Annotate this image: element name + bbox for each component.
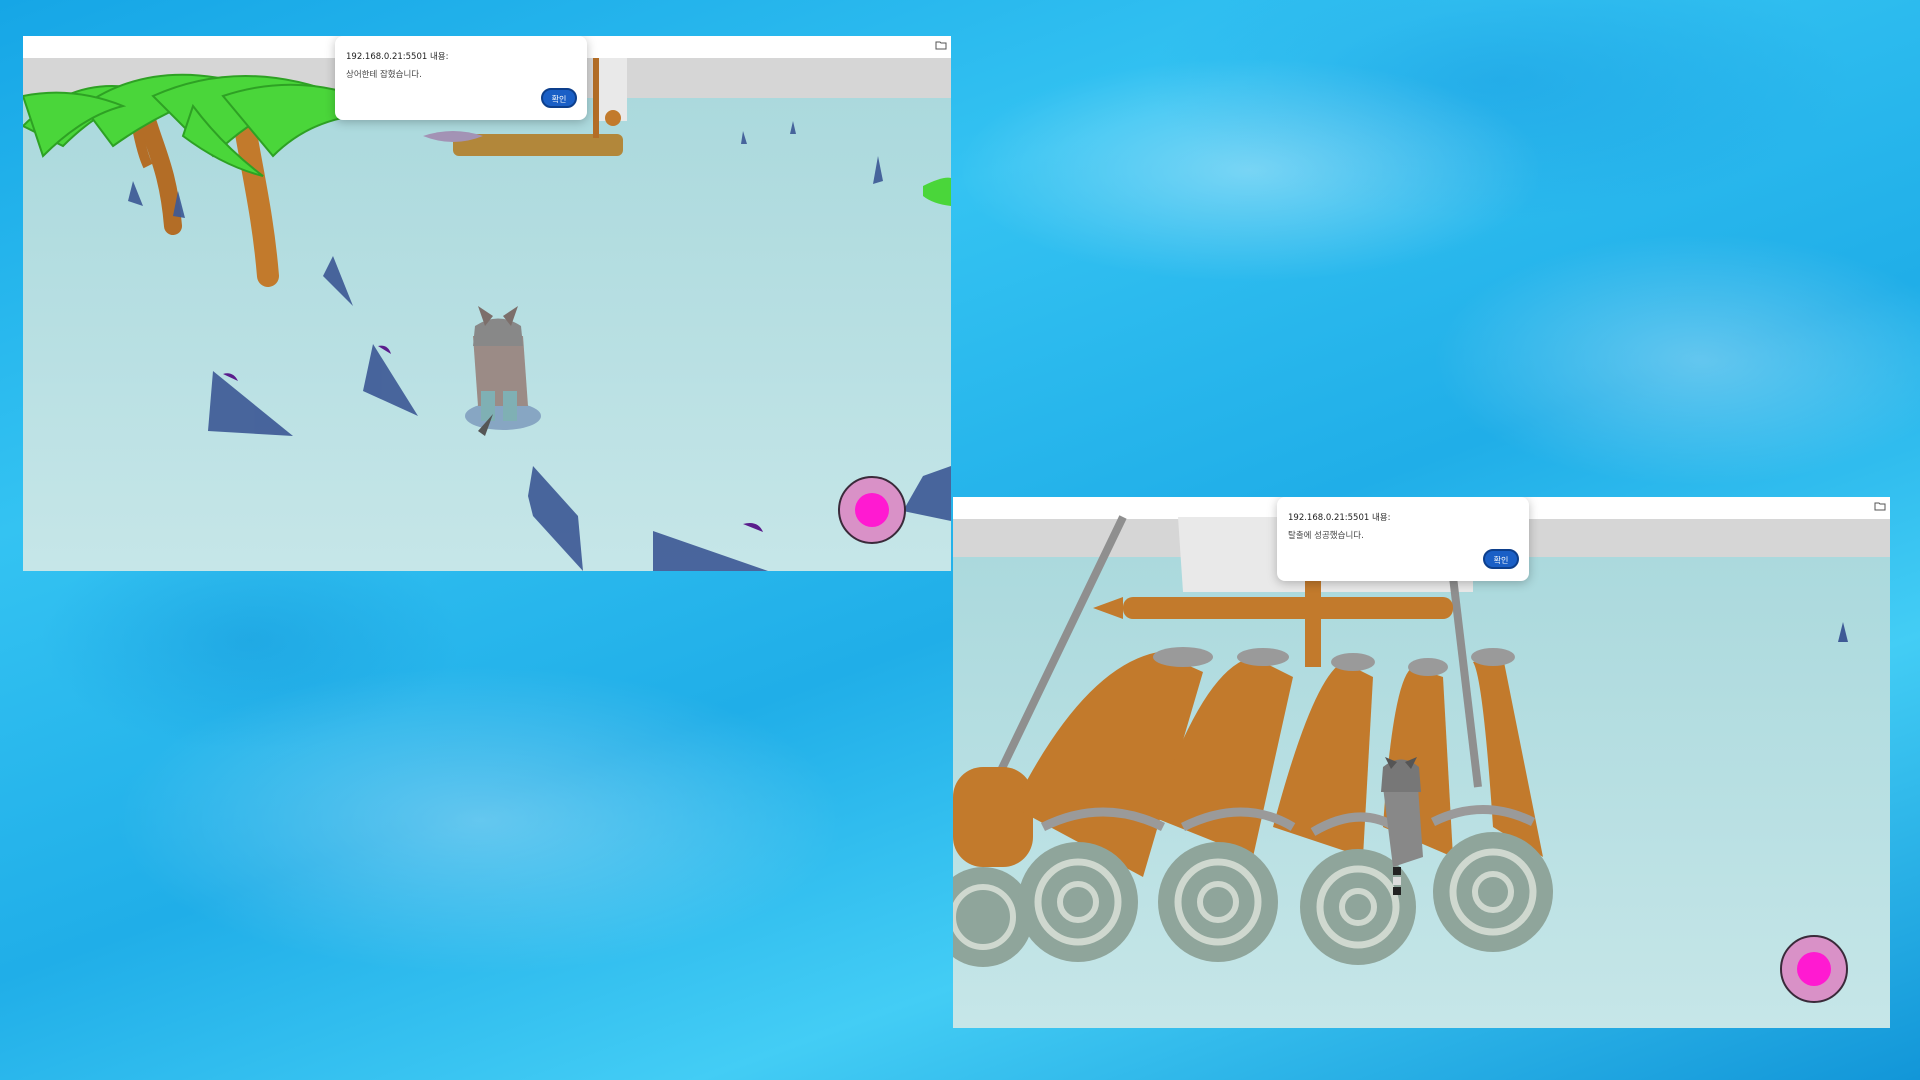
alert-dialog: 192.168.0.21:5501 내용: 탈출에 성공했습니다. 확인 — [1277, 497, 1529, 581]
joystick-knob[interactable] — [855, 493, 889, 527]
joystick-icon[interactable] — [838, 476, 906, 544]
game-screenshot-caught: 192.168.0.21:5501 내용: 상어한테 잡혔습니다. 확인 — [23, 36, 951, 571]
dialog-message: 상어한테 잡혔습니다. — [346, 70, 422, 80]
ok-button[interactable]: 확인 — [541, 88, 577, 108]
dialog-title: 192.168.0.21:5501 내용: — [346, 52, 449, 62]
raccoon-character — [465, 306, 541, 436]
game-screenshot-escaped: 192.168.0.21:5501 내용: 탈출에 성공했습니다. 확인 — [953, 497, 1890, 1028]
alert-dialog: 192.168.0.21:5501 내용: 상어한테 잡혔습니다. 확인 — [335, 36, 587, 120]
joystick-icon[interactable] — [1780, 935, 1848, 1003]
ok-button[interactable]: 확인 — [1483, 549, 1519, 569]
dialog-message: 탈출에 성공했습니다. — [1288, 531, 1364, 541]
dialog-title: 192.168.0.21:5501 내용: — [1288, 513, 1391, 523]
joystick-knob[interactable] — [1797, 952, 1831, 986]
